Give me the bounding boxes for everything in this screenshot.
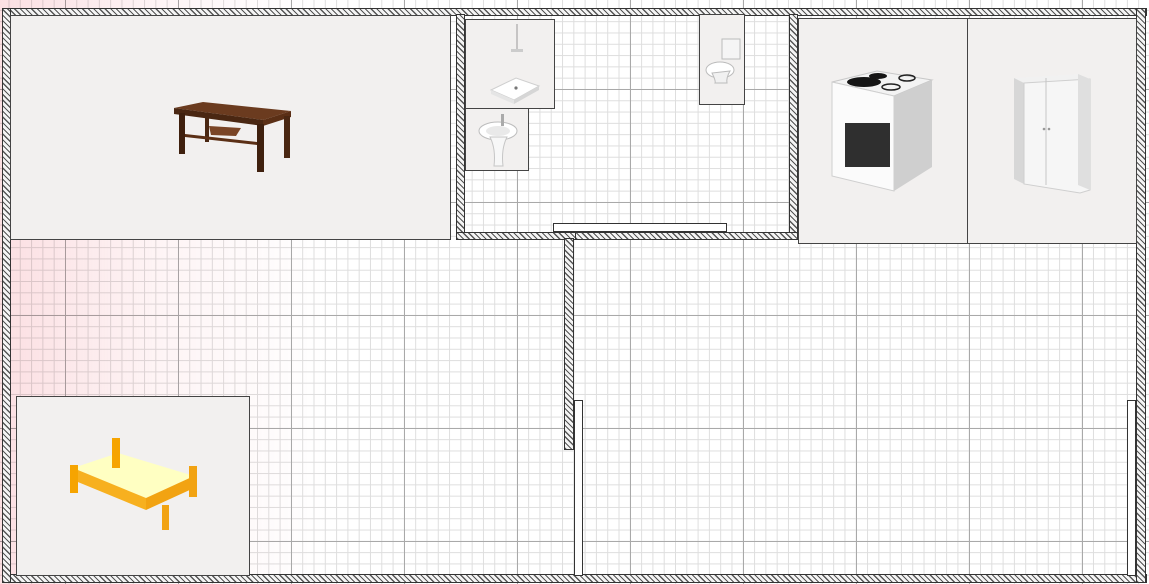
wall-bathroom-right[interactable] — [789, 14, 798, 240]
washbasin[interactable] — [465, 108, 529, 171]
wall-partition[interactable] — [564, 238, 574, 450]
wall-bathroom-bottom-left[interactable] — [456, 232, 576, 240]
bed-icon — [70, 438, 197, 530]
wall-bathroom-bottom-right[interactable] — [575, 232, 798, 240]
wardrobe-icon — [1014, 74, 1091, 194]
cooker[interactable] — [798, 18, 968, 244]
wardrobe[interactable] — [967, 18, 1137, 244]
stove-icon — [831, 70, 934, 192]
toilet[interactable] — [699, 14, 745, 105]
shower-icon — [489, 24, 541, 104]
wooden-table[interactable] — [10, 15, 451, 240]
wall-right[interactable] — [1136, 8, 1146, 583]
floor-plan-canvas[interactable] — [0, 0, 1149, 584]
shower-tray[interactable] — [465, 19, 555, 109]
bed[interactable] — [16, 396, 250, 576]
sink-icon — [478, 114, 518, 167]
wall-bathroom-left[interactable] — [456, 14, 465, 240]
table-icon — [174, 102, 291, 172]
right-wall-door[interactable] — [1127, 400, 1136, 576]
toilet-icon — [705, 38, 741, 84]
bathroom-door[interactable] — [553, 223, 727, 232]
partition-door[interactable] — [574, 400, 583, 576]
